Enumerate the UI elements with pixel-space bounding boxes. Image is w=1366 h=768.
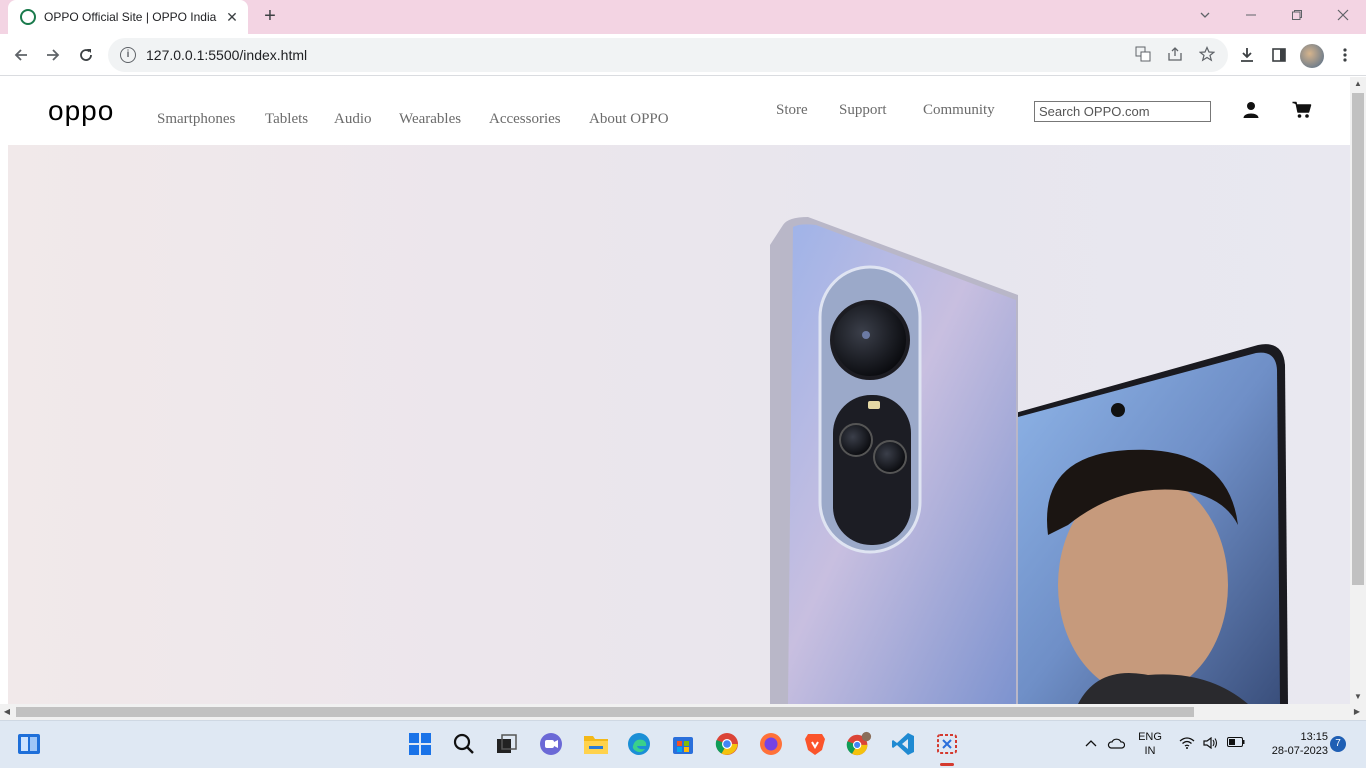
horizontal-scrollbar[interactable]: ◀ ▶ xyxy=(0,704,1366,720)
scroll-right-icon[interactable]: ▶ xyxy=(1350,704,1364,720)
brave-icon[interactable] xyxy=(802,731,828,757)
firefox-icon[interactable] xyxy=(758,731,784,757)
clock[interactable]: 13:15 28-07-2023 xyxy=(1256,730,1328,758)
active-app-indicator xyxy=(940,763,954,766)
url-text: 127.0.0.1:5500/index.html xyxy=(146,47,308,63)
new-tab-button[interactable]: + xyxy=(258,4,282,28)
tab-strip: OPPO Official Site | OPPO India ✕ + xyxy=(0,0,1366,34)
vertical-scroll-thumb[interactable] xyxy=(1352,93,1364,585)
notification-badge[interactable]: 7 xyxy=(1330,736,1346,752)
nav-about-oppo[interactable]: About OPPO xyxy=(589,111,669,128)
store-icon[interactable] xyxy=(670,731,696,757)
horizontal-scroll-thumb[interactable] xyxy=(16,707,1194,717)
translate-icon[interactable] xyxy=(1134,46,1152,64)
vscode-icon[interactable] xyxy=(890,731,916,757)
minimize-icon[interactable] xyxy=(1228,0,1274,30)
vertical-scrollbar[interactable]: ▲ ▼ xyxy=(1350,77,1366,704)
nav-tablets[interactable]: Tablets xyxy=(265,111,308,128)
hero-phone-image xyxy=(770,217,1288,704)
nav-wearables[interactable]: Wearables xyxy=(399,111,461,128)
cart-icon[interactable] xyxy=(1292,101,1312,121)
volume-icon[interactable] xyxy=(1202,736,1220,753)
nav-smartphones[interactable]: Smartphones xyxy=(157,111,235,128)
download-icon[interactable] xyxy=(1232,40,1262,70)
edge-icon[interactable] xyxy=(626,731,652,757)
wifi-icon[interactable] xyxy=(1178,737,1196,753)
search-input[interactable] xyxy=(1034,101,1211,122)
tab-close-icon[interactable]: ✕ xyxy=(224,9,240,26)
scroll-down-icon[interactable]: ▼ xyxy=(1350,690,1366,704)
reload-icon[interactable] xyxy=(71,40,101,70)
nav-audio[interactable]: Audio xyxy=(334,111,372,128)
search-icon[interactable] xyxy=(451,731,477,757)
onedrive-icon[interactable] xyxy=(1106,737,1126,753)
back-icon[interactable] xyxy=(6,40,36,70)
oppo-favicon-icon xyxy=(20,9,36,25)
nav-community[interactable]: Community xyxy=(923,102,995,119)
task-view-icon[interactable] xyxy=(494,731,520,757)
tab-title: OPPO Official Site | OPPO India xyxy=(44,10,217,24)
chat-icon[interactable] xyxy=(538,731,564,757)
nav-store[interactable]: Store xyxy=(776,102,808,119)
user-icon[interactable] xyxy=(1242,101,1262,121)
battery-icon[interactable] xyxy=(1226,737,1246,751)
hero-banner[interactable] xyxy=(8,145,1350,704)
forward-icon[interactable] xyxy=(38,40,68,70)
scroll-left-icon[interactable]: ◀ xyxy=(0,704,14,720)
profile-avatar[interactable] xyxy=(1300,44,1324,68)
nav-support[interactable]: Support xyxy=(839,102,887,119)
bookmark-star-icon[interactable] xyxy=(1198,46,1216,64)
chrome-profile-icon[interactable] xyxy=(846,731,872,757)
scroll-up-icon[interactable]: ▲ xyxy=(1350,77,1366,91)
menu-kebab-icon[interactable] xyxy=(1330,40,1360,70)
close-window-icon[interactable] xyxy=(1320,0,1366,30)
tab-search-icon[interactable] xyxy=(1182,0,1228,30)
tray-overflow-icon[interactable] xyxy=(1084,737,1098,751)
nav-accessories[interactable]: Accessories xyxy=(489,111,561,128)
restore-icon[interactable] xyxy=(1274,0,1320,30)
site-info-icon[interactable]: i xyxy=(120,47,136,63)
browser-toolbar: i 127.0.0.1:5500/index.html xyxy=(0,34,1366,76)
windows-start-icon[interactable] xyxy=(407,731,433,757)
side-panel-icon[interactable] xyxy=(1264,40,1294,70)
widgets-icon[interactable] xyxy=(16,731,42,757)
share-icon[interactable] xyxy=(1166,46,1184,64)
language-indicator[interactable]: ENG IN xyxy=(1136,730,1164,758)
chrome-icon[interactable] xyxy=(714,731,740,757)
browser-tab[interactable]: OPPO Official Site | OPPO India ✕ xyxy=(8,0,248,34)
oppo-logo[interactable]: oppo xyxy=(48,95,114,127)
windows-taskbar: ENG IN 13:15 28-07-2023 xyxy=(0,720,1366,768)
web-page: oppo Smartphones Tablets Audio Wearables… xyxy=(0,77,1350,704)
file-explorer-icon[interactable] xyxy=(583,731,609,757)
address-bar[interactable]: i 127.0.0.1:5500/index.html xyxy=(108,38,1228,72)
snipping-tool-icon[interactable] xyxy=(934,731,960,757)
